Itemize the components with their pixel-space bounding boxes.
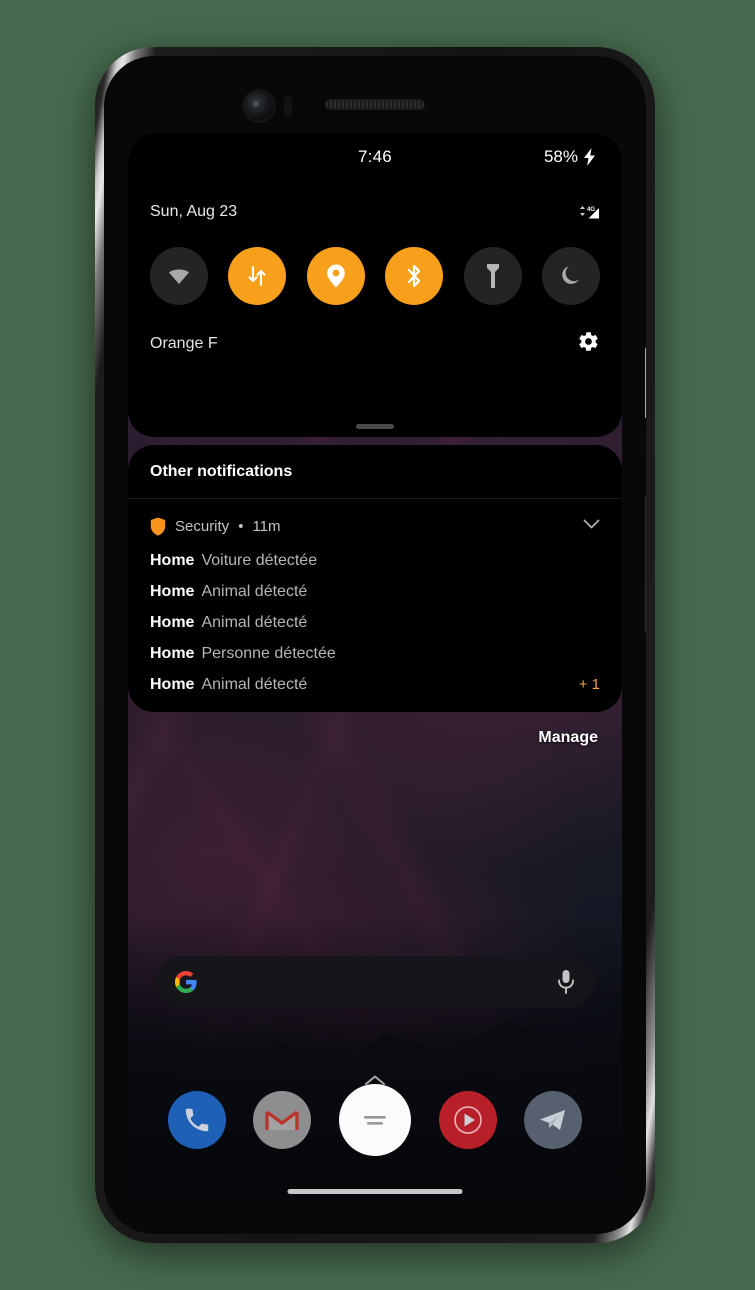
notification-row-text: Personne détectée — [201, 645, 336, 662]
wifi-icon — [169, 269, 189, 284]
qs-tile-wifi[interactable] — [150, 247, 208, 305]
notification-row[interactable]: Home Animal détecté — [150, 583, 600, 601]
notification-card[interactable]: Security • 11m Home Voiture détectée Hom… — [128, 499, 622, 712]
notification-separator: • — [238, 517, 244, 535]
google-g-icon — [175, 971, 197, 993]
notification-row-title: Home — [150, 676, 195, 693]
dock-icon-notes[interactable] — [338, 1084, 411, 1156]
gesture-nav-pill[interactable] — [287, 1189, 463, 1194]
qs-tile-mobile-data[interactable] — [228, 247, 287, 305]
dock-icon-gmail[interactable] — [253, 1091, 312, 1149]
earpiece-speaker-icon — [325, 99, 425, 110]
notification-row[interactable]: Home Personne détectée — [150, 645, 600, 663]
manage-notifications-button[interactable]: Manage — [538, 729, 598, 747]
flashlight-icon — [486, 264, 499, 288]
location-pin-icon — [326, 264, 345, 288]
app-dock — [128, 1084, 622, 1156]
quick-settings-date-row: Sun, Aug 23 4G — [150, 195, 600, 229]
mobile-data-icon — [248, 265, 266, 287]
battery-percent-label: 58% — [543, 147, 578, 166]
quick-settings-tiles — [150, 247, 600, 305]
notification-row-title: Home — [150, 645, 195, 662]
microphone-icon[interactable] — [556, 969, 576, 995]
gmail-icon — [265, 1110, 300, 1130]
qs-tile-flashlight[interactable] — [463, 247, 522, 305]
quick-settings-panel: Sun, Aug 23 4G Orange F — [128, 181, 622, 437]
svg-text:4G: 4G — [587, 207, 595, 213]
qs-tile-location[interactable] — [306, 247, 365, 305]
notification-row-title: Home — [150, 583, 195, 600]
status-bar: 7:46 58% — [128, 133, 622, 181]
proximity-sensor-icon — [284, 96, 292, 116]
notification-row[interactable]: Home Voiture détectée — [150, 552, 600, 570]
signal-4g-icon: 4G — [579, 205, 600, 219]
google-search-bar[interactable] — [156, 956, 594, 1008]
status-bar-right: 58% — [544, 147, 596, 167]
phone-device: 7:46 58% Sun, Aug 23 4G Orange F Other n… — [95, 47, 655, 1243]
gear-icon[interactable] — [577, 330, 600, 358]
panel-drag-handle[interactable] — [356, 424, 394, 429]
phone-icon — [185, 1108, 209, 1132]
notification-row-text: Animal détecté — [201, 676, 308, 693]
power-button[interactable] — [645, 347, 646, 419]
notification-section-header: Other notifications — [128, 445, 622, 499]
notification-row[interactable]: Home Animal détecté + 1 — [150, 676, 600, 694]
qs-tile-dark-theme[interactable] — [541, 247, 600, 305]
notification-app-row: Security • 11m — [150, 513, 600, 539]
dock-icon-phone[interactable] — [167, 1091, 226, 1149]
quick-settings-footer: Orange F — [150, 327, 600, 361]
search-input[interactable] — [198, 956, 556, 1008]
shield-icon — [150, 517, 166, 536]
dock-icon-telegram[interactable] — [524, 1091, 583, 1149]
notification-row-title: Home — [150, 614, 195, 631]
notification-row[interactable]: Home Animal détecté — [150, 614, 600, 632]
notification-time: 11m — [252, 517, 281, 535]
notification-more-count[interactable]: + 1 — [579, 676, 600, 693]
volume-rocker[interactable] — [645, 496, 646, 634]
carrier-label: Orange F — [150, 335, 218, 352]
notification-app-name: Security — [175, 517, 230, 535]
telegram-icon — [540, 1110, 566, 1130]
dock-icon-youtube[interactable] — [438, 1091, 497, 1149]
notification-row-text: Animal détecté — [201, 614, 308, 631]
notification-shade: Other notifications Security • 11m Home … — [128, 445, 622, 712]
notification-row-title: Home — [150, 552, 195, 569]
status-time: 7:46 — [358, 147, 392, 166]
notification-row-text: Animal détecté — [201, 583, 308, 600]
qs-tile-bluetooth[interactable] — [385, 247, 444, 305]
phone-screen: 7:46 58% Sun, Aug 23 4G Orange F Other n… — [128, 133, 622, 1214]
moon-icon — [562, 266, 579, 284]
phone-bezel: 7:46 58% Sun, Aug 23 4G Orange F Other n… — [104, 56, 646, 1234]
youtube-icon — [453, 1106, 482, 1134]
notes-icon — [363, 1116, 386, 1125]
date-label: Sun, Aug 23 — [150, 203, 238, 220]
front-camera-icon — [244, 91, 274, 121]
bluetooth-icon — [408, 264, 421, 288]
chevron-down-icon[interactable] — [583, 517, 600, 535]
notification-row-text: Voiture détectée — [201, 552, 318, 569]
bolt-icon — [584, 148, 595, 166]
